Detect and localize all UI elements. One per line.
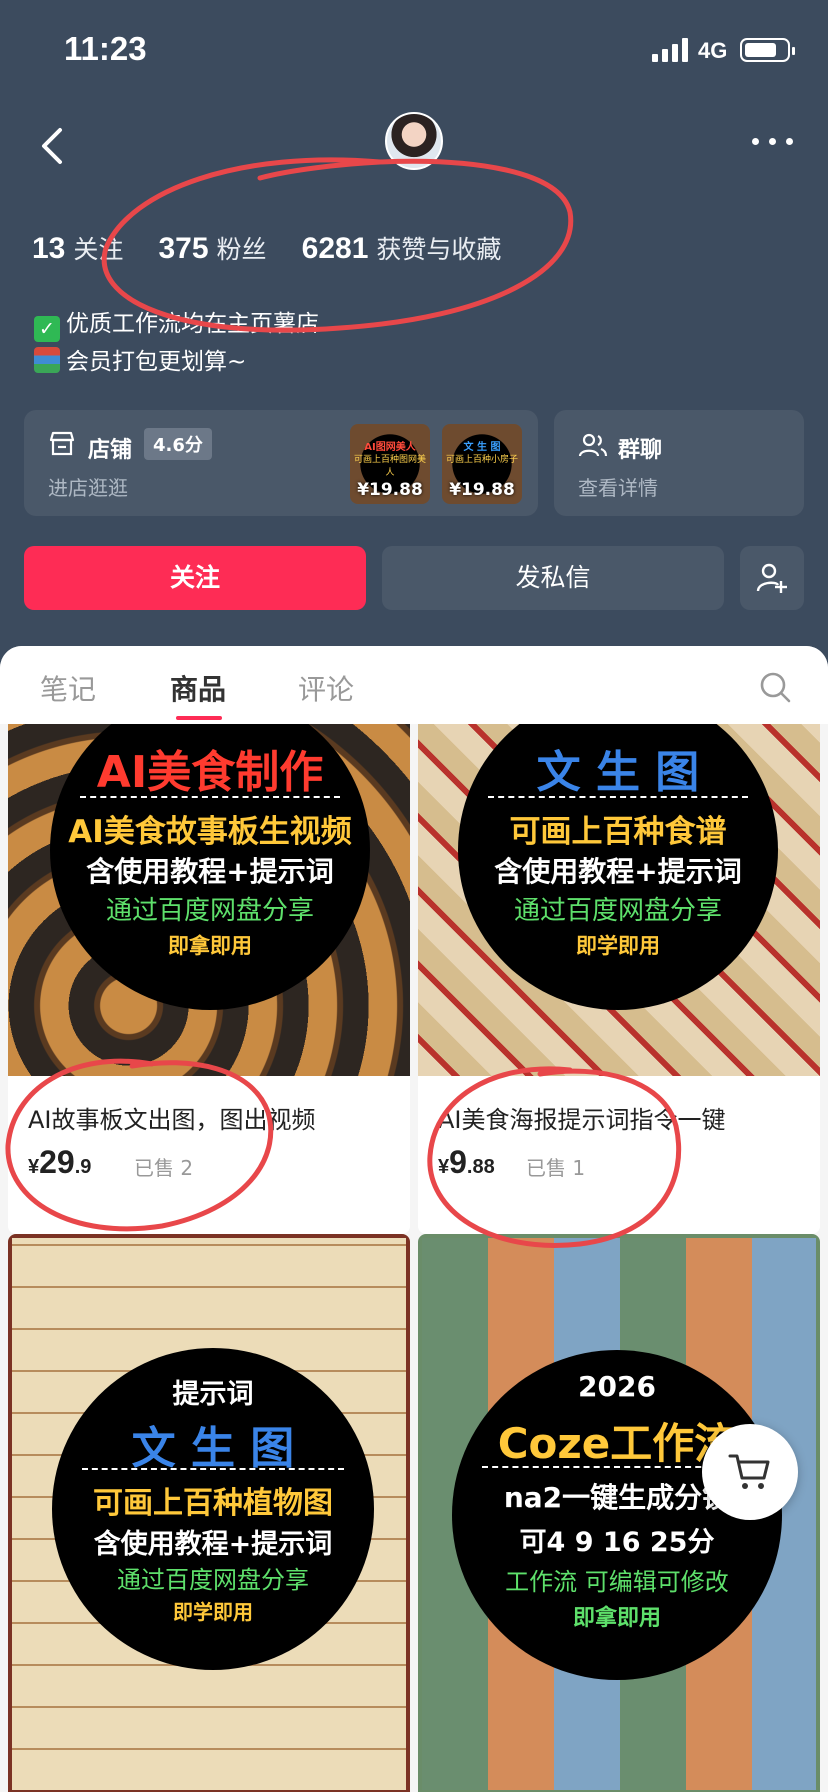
banner-line: 即学即用 — [576, 934, 660, 958]
banner-line: 2026 — [578, 1370, 656, 1403]
price-decimal: .88 — [466, 1156, 495, 1178]
likes-stat[interactable]: 6281 获赞与收藏 — [302, 230, 502, 266]
check-icon: ✓ — [34, 316, 60, 342]
profile-bio: ✓ 优质工作流均在主页薯店 会员打包更划算~ — [34, 305, 319, 381]
shop-thumb[interactable]: AI图网美人 可画上百种图网美人 ¥19.88 — [350, 424, 430, 504]
product-circle-banner: AI美食制作 AI美食故事板生视频 含使用教程+提示词 通过百度网盘分享 即拿即… — [50, 724, 370, 1010]
floating-cart-button[interactable] — [702, 1424, 798, 1520]
thumb-price: ¥19.88 — [449, 480, 515, 500]
network-type: 4G — [698, 38, 728, 63]
banner-line: 即拿即用 — [168, 934, 252, 958]
banner-line: 提示词 — [172, 1379, 254, 1410]
status-bar: 11:23 4G — [0, 0, 828, 100]
status-time: 11:23 — [64, 30, 147, 67]
price-integer: 9 — [449, 1144, 467, 1180]
books-icon — [34, 347, 60, 373]
thumb-subtitle: 可画上百种小房子 — [445, 455, 518, 465]
signal-icon — [652, 38, 690, 62]
banner-line: 含使用教程+提示词 — [93, 1529, 333, 1560]
product-image: 提示词 文 生 图 可画上百种植物图 含使用教程+提示词 通过百度网盘分享 即学… — [8, 1234, 410, 1792]
bio-line: 会员打包更划算~ — [34, 343, 319, 381]
banner-line: 即学即用 — [173, 1600, 253, 1624]
product-card[interactable]: 提示词 文 生 图 可画上百种植物图 含使用教程+提示词 通过百度网盘分享 即学… — [8, 1234, 410, 1792]
group-chat-subtitle: 查看详情 — [578, 476, 658, 500]
bio-line: ✓ 优质工作流均在主页薯店 — [34, 305, 319, 343]
profile-stats: 13 关注 375 粉丝 6281 获赞与收藏 — [32, 230, 531, 270]
group-chat-card[interactable]: 群聊 查看详情 — [554, 410, 804, 516]
banner-line: 含使用教程+提示词 — [86, 855, 334, 888]
cart-icon — [728, 1454, 770, 1489]
price-decimal: .9 — [74, 1156, 92, 1178]
group-chat-icon — [578, 433, 608, 457]
bio-text: 优质工作流均在主页薯店 — [66, 311, 319, 337]
product-image: AI美食制作 AI美食故事板生视频 含使用教程+提示词 通过百度网盘分享 即拿即… — [8, 724, 410, 1076]
banner-line: 可画上百种食谱 — [509, 814, 727, 850]
product-card[interactable]: 文 生 图 可画上百种食谱 含使用教程+提示词 通过百度网盘分享 即学即用 AI… — [418, 724, 820, 1234]
product-title: AI美食海报提示词指令一键 — [438, 1106, 726, 1134]
store-icon — [49, 431, 75, 456]
followers-label: 粉丝 — [216, 235, 267, 264]
banner-line: 文 生 图 — [131, 1423, 295, 1474]
thumb-subtitle: 可画上百种图网美人 — [353, 455, 426, 478]
add-friend-icon — [756, 563, 787, 593]
banner-line: 通过百度网盘分享 — [105, 896, 314, 926]
avatar[interactable] — [385, 112, 443, 170]
product-title: AI故事板文出图，图出视频 — [28, 1106, 316, 1134]
banner-line: 通过百度网盘分享 — [513, 896, 722, 926]
group-chat-title: 群聊 — [618, 438, 663, 463]
shop-card[interactable]: 店铺 4.6分 进店逛逛 AI图网美人 可画上百种图网美人 ¥19.88 文 生… — [24, 410, 538, 516]
search-icon[interactable] — [758, 670, 792, 704]
thumb-title: 文 生 图 — [463, 442, 501, 453]
banner-line: 文 生 图 — [536, 747, 700, 798]
price-currency: ¥ — [438, 1156, 450, 1178]
banner-line: 含使用教程+提示词 — [494, 855, 742, 888]
following-label: 关注 — [73, 235, 124, 264]
shop-rating-badge: 4.6分 — [144, 428, 212, 460]
thumb-title: AI图网美人 — [364, 442, 416, 453]
thumb-price: ¥19.88 — [357, 480, 423, 500]
followers-stat[interactable]: 375 粉丝 — [158, 230, 266, 266]
banner-line: 可画上百种植物图 — [93, 1486, 333, 1521]
bio-text: 会员打包更划算~ — [66, 349, 247, 375]
product-price: ¥9.88 — [438, 1144, 495, 1181]
banner-line: AI美食故事板生视频 — [68, 814, 352, 850]
product-circle-banner: 提示词 文 生 图 可画上百种植物图 含使用教程+提示词 通过百度网盘分享 即学… — [52, 1348, 374, 1670]
shop-subtitle: 进店逛逛 — [48, 476, 128, 500]
more-options-icon[interactable] — [752, 138, 796, 150]
message-button[interactable]: 发私信 — [382, 546, 724, 610]
likes-count: 6281 — [301, 232, 369, 265]
tab-bar: 笔记 商品 评论 — [0, 646, 828, 724]
back-arrow-icon[interactable] — [34, 122, 74, 170]
add-friend-button[interactable] — [740, 546, 804, 610]
top-nav — [0, 100, 828, 190]
active-tab-indicator — [176, 716, 222, 720]
following-stat[interactable]: 13 关注 — [32, 230, 123, 266]
battery-icon — [740, 38, 795, 62]
sold-count: 已售 2 — [134, 1156, 194, 1180]
shop-title: 店铺 — [88, 438, 133, 463]
product-circle-banner: 文 生 图 可画上百种食谱 含使用教程+提示词 通过百度网盘分享 即学即用 — [458, 724, 778, 1010]
followers-count: 375 — [158, 232, 209, 265]
following-count: 13 — [32, 232, 66, 265]
tab-comments[interactable]: 评论 — [298, 668, 354, 708]
tab-products[interactable]: 商品 — [170, 668, 226, 708]
sold-count: 已售 1 — [526, 1156, 586, 1180]
banner-line: 即拿即用 — [572, 1606, 661, 1631]
price-integer: 29 — [39, 1144, 75, 1180]
banner-line: AI美食制作 — [96, 747, 324, 798]
banner-line: 工作流 可编辑可修改 — [505, 1568, 729, 1596]
banner-line: 可4 9 16 25分 — [519, 1527, 715, 1558]
tab-notes[interactable]: 笔记 — [40, 668, 96, 708]
likes-label: 获赞与收藏 — [376, 235, 502, 264]
banner-line: 通过百度网盘分享 — [117, 1566, 309, 1594]
product-card[interactable]: AI美食制作 AI美食故事板生视频 含使用教程+提示词 通过百度网盘分享 即拿即… — [8, 724, 410, 1234]
follow-button[interactable]: 关注 — [24, 546, 366, 610]
product-image: 文 生 图 可画上百种食谱 含使用教程+提示词 通过百度网盘分享 即学即用 — [418, 724, 820, 1076]
price-currency: ¥ — [28, 1156, 40, 1178]
product-price: ¥29.9 — [28, 1144, 91, 1181]
content-panel: 笔记 商品 评论 AI美食制作 AI美食故事板生视频 含使用教程+提示词 通过百… — [0, 646, 828, 1792]
shop-thumb[interactable]: 文 生 图 可画上百种小房子 ¥19.88 — [442, 424, 522, 504]
